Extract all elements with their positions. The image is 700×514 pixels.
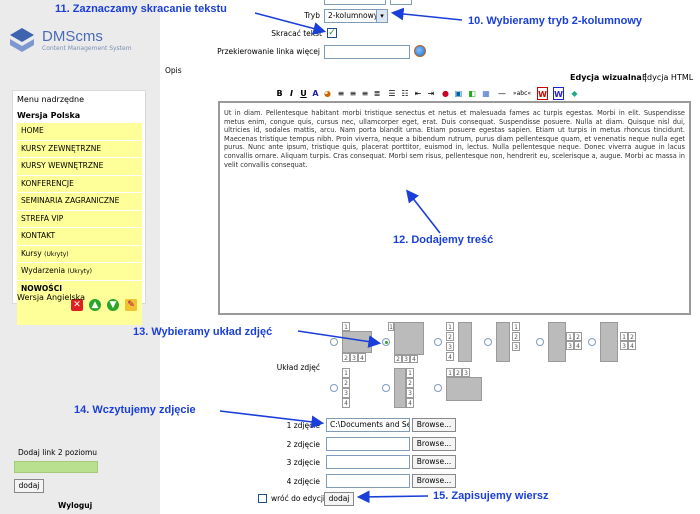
arrow-12 — [406, 189, 441, 234]
arrow-13 — [297, 330, 382, 348]
annotation-arrows — [219, 7, 463, 504]
arrow-11 — [254, 12, 327, 35]
arrow-15 — [356, 490, 429, 504]
arrow-14 — [219, 410, 325, 429]
arrow-10 — [390, 7, 463, 21]
